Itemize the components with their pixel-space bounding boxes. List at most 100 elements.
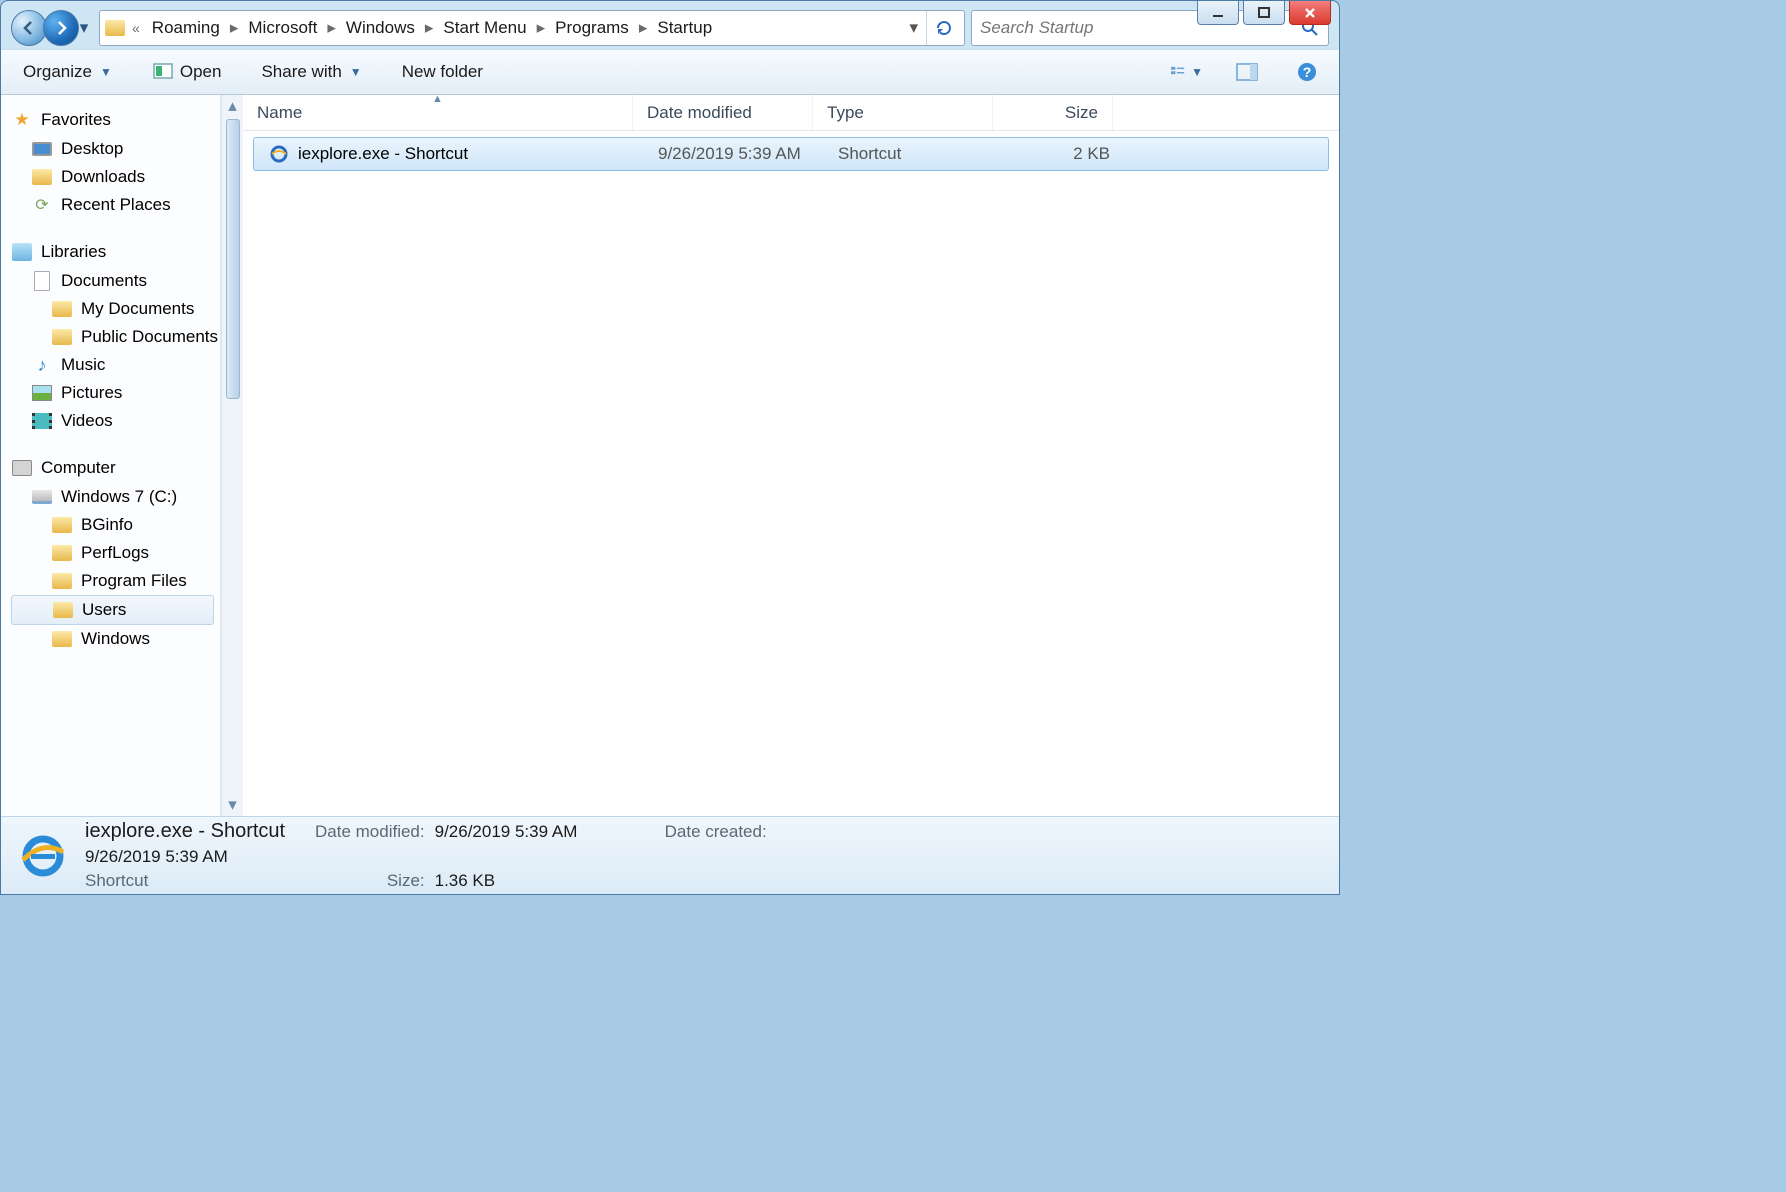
folder-icon <box>31 166 53 188</box>
breadcrumb-programs[interactable]: Programs <box>549 14 635 42</box>
command-bar: Organize▼ Open Share with▼ New folder ▼ … <box>1 49 1339 95</box>
new-folder-button[interactable]: New folder <box>396 58 489 86</box>
nav-item-perflogs[interactable]: PerfLogs <box>11 539 220 567</box>
refresh-button[interactable] <box>926 11 960 45</box>
navigation-bar: ▾ « Roaming ▸ Microsoft ▸ Windows ▸ Star… <box>1 1 1339 49</box>
organize-button[interactable]: Organize▼ <box>17 58 118 86</box>
ie-shortcut-icon <box>268 143 290 165</box>
nav-item-windows[interactable]: Windows <box>11 625 220 653</box>
sort-asc-icon: ▲ <box>432 93 443 105</box>
details-date-created-label: Date created: <box>665 822 767 842</box>
nav-item-c-drive[interactable]: Windows 7 (C:) <box>11 483 220 511</box>
folder-icon <box>51 326 73 348</box>
computer-label: Computer <box>41 458 116 478</box>
ie-icon <box>15 828 71 884</box>
computer-header[interactable]: Computer <box>11 453 220 483</box>
forward-button[interactable] <box>43 10 79 46</box>
file-list[interactable]: iexplore.exe - Shortcut 9/26/2019 5:39 A… <box>243 131 1339 816</box>
file-list-area: Name ▲ Date modified Type Size iexplore.… <box>243 95 1339 816</box>
new-folder-label: New folder <box>402 62 483 82</box>
favorites-label: Favorites <box>41 110 111 130</box>
maximize-button[interactable] <box>1243 1 1285 25</box>
minimize-button[interactable] <box>1197 1 1239 25</box>
chevron-down-icon: ▼ <box>100 65 112 79</box>
nav-item-my-documents[interactable]: My Documents <box>11 295 220 323</box>
favorites-header[interactable]: ★ Favorites <box>11 105 220 135</box>
window-controls <box>1197 1 1331 25</box>
navigation-pane: ★ Favorites Desktop Downloads ⟳Recent Pl… <box>1 95 221 816</box>
details-date-modified: 9/26/2019 5:39 AM <box>435 822 615 842</box>
view-options-button[interactable]: ▼ <box>1171 56 1203 88</box>
file-row[interactable]: iexplore.exe - Shortcut 9/26/2019 5:39 A… <box>253 137 1329 171</box>
file-date: 9/26/2019 5:39 AM <box>644 144 824 164</box>
libraries-label: Libraries <box>41 242 106 262</box>
breadcrumb-startup[interactable]: Startup <box>651 14 718 42</box>
chevron-right-icon[interactable]: ▸ <box>325 18 338 38</box>
nav-item-users[interactable]: Users <box>11 595 214 625</box>
breadcrumb-startmenu[interactable]: Start Menu <box>437 14 532 42</box>
preview-pane-button[interactable] <box>1231 56 1263 88</box>
breadcrumb-windows[interactable]: Windows <box>340 14 421 42</box>
file-name: iexplore.exe - Shortcut <box>298 144 468 164</box>
nav-item-desktop[interactable]: Desktop <box>11 135 220 163</box>
navpane-scrollbar[interactable]: ▴ ▾ <box>221 95 243 816</box>
scroll-down-button[interactable]: ▾ <box>222 794 243 816</box>
svg-text:?: ? <box>1303 64 1312 80</box>
breadcrumb-microsoft[interactable]: Microsoft <box>242 14 323 42</box>
back-button[interactable] <box>11 10 47 46</box>
details-meta: iexplore.exe - Shortcut Date modified: 9… <box>85 820 767 891</box>
col-name[interactable]: Name ▲ <box>243 95 633 130</box>
nav-item-bginfo[interactable]: BGinfo <box>11 511 220 539</box>
recent-icon: ⟳ <box>31 194 53 216</box>
computer-icon <box>11 457 33 479</box>
chevron-right-icon[interactable]: ▸ <box>535 18 548 38</box>
breadcrumb-overflow[interactable]: « <box>132 20 140 36</box>
details-date-created: 9/26/2019 5:39 AM <box>85 847 305 867</box>
breadcrumb-roaming[interactable]: Roaming <box>146 14 226 42</box>
nav-item-program-files[interactable]: Program Files <box>11 567 220 595</box>
nav-item-recent-places[interactable]: ⟳Recent Places <box>11 191 220 219</box>
nav-history-dropdown[interactable]: ▾ <box>75 10 93 46</box>
details-type: Shortcut <box>85 871 305 891</box>
file-size: 2 KB <box>1004 144 1124 164</box>
open-button[interactable]: Open <box>146 57 228 87</box>
close-button[interactable] <box>1289 1 1331 25</box>
music-icon: ♪ <box>31 354 53 376</box>
scroll-thumb[interactable] <box>226 119 240 399</box>
folder-icon <box>51 628 73 650</box>
folder-icon <box>51 298 73 320</box>
address-dropdown[interactable]: ▾ <box>902 18 924 38</box>
share-with-label: Share with <box>261 62 341 82</box>
nav-item-pictures[interactable]: Pictures <box>11 379 220 407</box>
tree: ★ Favorites Desktop Downloads ⟳Recent Pl… <box>1 95 220 663</box>
details-name: iexplore.exe - Shortcut <box>85 820 305 843</box>
folder-icon <box>52 599 74 621</box>
open-icon <box>152 61 174 83</box>
star-icon: ★ <box>11 109 33 131</box>
file-type: Shortcut <box>824 144 1004 164</box>
drive-icon <box>31 486 53 508</box>
share-with-button[interactable]: Share with ▼ <box>255 58 367 86</box>
libraries-header[interactable]: Libraries <box>11 237 220 267</box>
col-date-modified[interactable]: Date modified <box>633 95 813 130</box>
document-icon <box>31 270 53 292</box>
nav-item-music[interactable]: ♪Music <box>11 351 220 379</box>
col-type[interactable]: Type <box>813 95 993 130</box>
col-size[interactable]: Size <box>993 95 1113 130</box>
nav-item-downloads[interactable]: Downloads <box>11 163 220 191</box>
nav-item-documents[interactable]: Documents <box>11 267 220 295</box>
scroll-up-button[interactable]: ▴ <box>222 95 243 117</box>
chevron-right-icon[interactable]: ▸ <box>228 18 241 38</box>
nav-item-videos[interactable]: Videos <box>11 407 220 435</box>
help-button[interactable]: ? <box>1291 56 1323 88</box>
chevron-right-icon[interactable]: ▸ <box>637 18 650 38</box>
address-bar[interactable]: « Roaming ▸ Microsoft ▸ Windows ▸ Start … <box>99 10 965 46</box>
nav-item-public-documents[interactable]: Public Documents <box>11 323 220 351</box>
chevron-right-icon[interactable]: ▸ <box>423 18 436 38</box>
videos-icon <box>31 410 53 432</box>
nav-arrows: ▾ <box>11 10 93 46</box>
chevron-down-icon: ▼ <box>350 65 362 79</box>
folder-icon <box>51 570 73 592</box>
desktop-icon <box>31 138 53 160</box>
details-pane: iexplore.exe - Shortcut Date modified: 9… <box>1 816 1339 894</box>
